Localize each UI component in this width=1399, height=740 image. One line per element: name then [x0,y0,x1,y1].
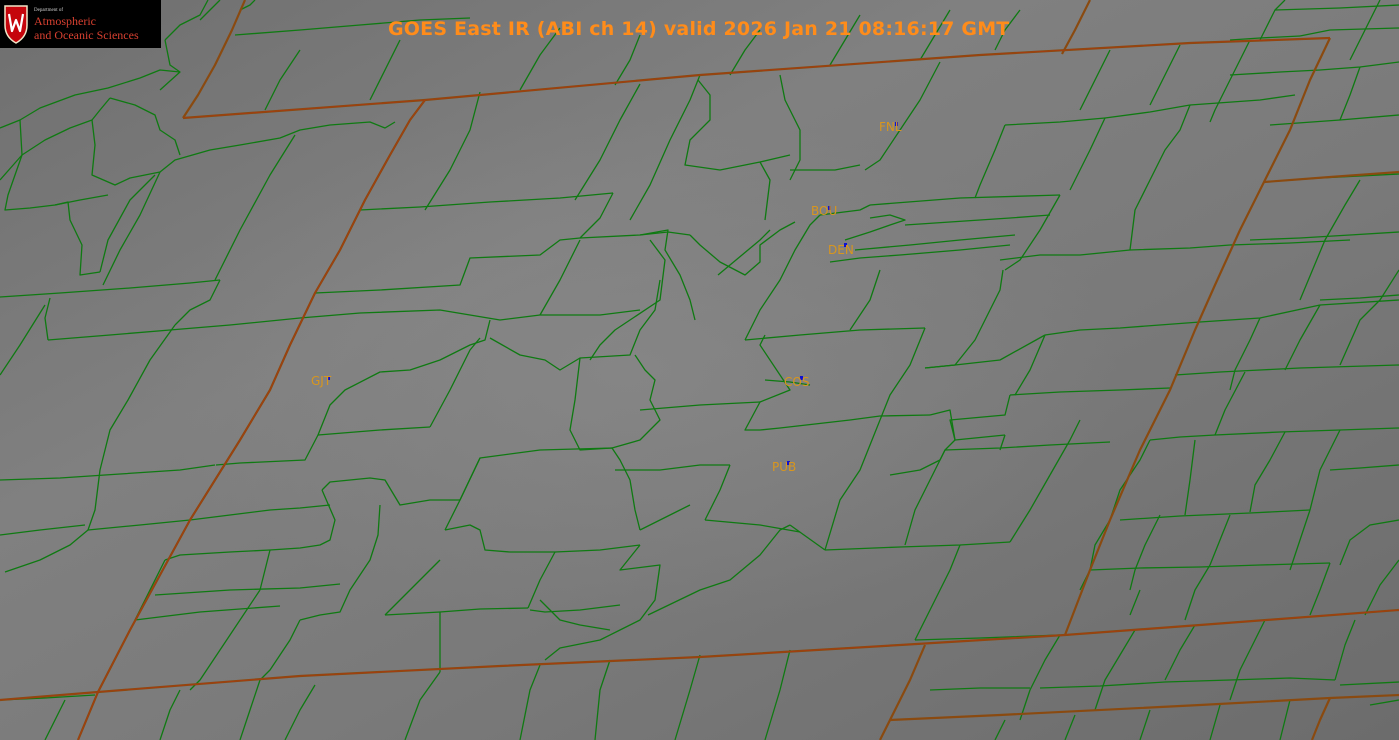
station-bou: BOU [811,204,837,218]
station-label: COS [784,375,809,389]
station-fnl: FNL [879,120,902,134]
logo-department-text: Department of [34,8,64,13]
satellite-map: FNL BOU DEN GJT COS PUB [0,0,1399,740]
station-label: PUB [772,460,796,474]
aos-logo: Department of Atmospheric and Oceanic Sc… [0,0,161,48]
station-label: FNL [879,120,902,134]
station-den: DEN [828,243,854,257]
station-label: GJT [311,374,332,388]
station-label: DEN [828,243,854,257]
uw-crest-icon [4,5,28,44]
image-title: GOES East IR (ABI ch 14) valid 2026 Jan … [388,18,1010,40]
station-pub: PUB [772,460,796,474]
logo-line-1: Atmospheric [34,14,96,28]
station-label: BOU [811,204,837,218]
station-cos: COS [784,375,809,389]
satellite-viewer: FNL BOU DEN GJT COS PUB Department of At… [0,0,1399,740]
ir-bright-region [0,0,1399,740]
station-gjt: GJT [311,374,332,388]
logo-line-2: and Oceanic Sciences [34,28,139,42]
